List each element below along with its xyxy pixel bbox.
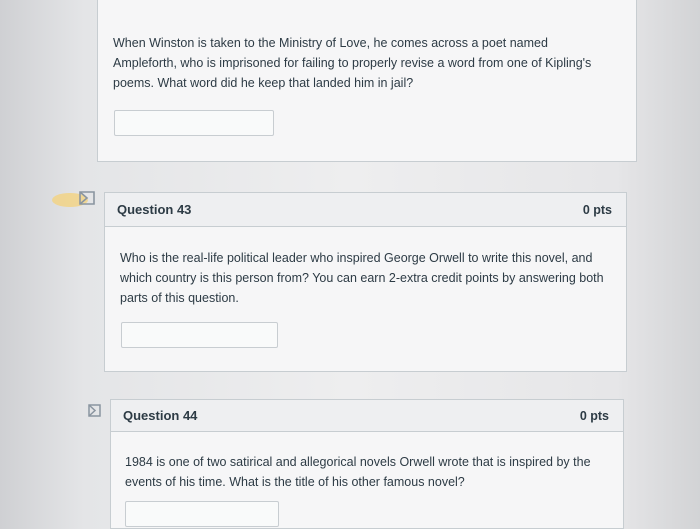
question-points: 0 pts (582, 202, 612, 217)
question-text: Who is the real-life political leader wh… (120, 251, 604, 305)
flag-question-44[interactable] (86, 402, 104, 420)
question-points: 0 pts (579, 408, 609, 423)
flag-icon (52, 191, 95, 207)
question-header: Question 43 0 pts (105, 193, 626, 227)
question-header: Question 44 0 pts (111, 400, 623, 432)
answer-input[interactable] (114, 110, 274, 136)
question-text: 1984 is one of two satirical and allegor… (125, 455, 591, 489)
question-text: When Winston is taken to the Ministry of… (113, 36, 592, 90)
answer-input[interactable] (121, 322, 278, 348)
question-card-43: Question 43 0 pts Who is the real-life p… (104, 192, 627, 372)
flag-question-43[interactable] (50, 188, 98, 214)
question-card-44: Question 44 0 pts 1984 is one of two sat… (110, 399, 624, 529)
question-card-42: When Winston is taken to the Ministry of… (97, 0, 637, 162)
flag-icon (88, 404, 101, 417)
answer-input[interactable] (125, 501, 279, 527)
question-title: Question 44 (123, 408, 198, 423)
question-title: Question 43 (117, 202, 192, 217)
